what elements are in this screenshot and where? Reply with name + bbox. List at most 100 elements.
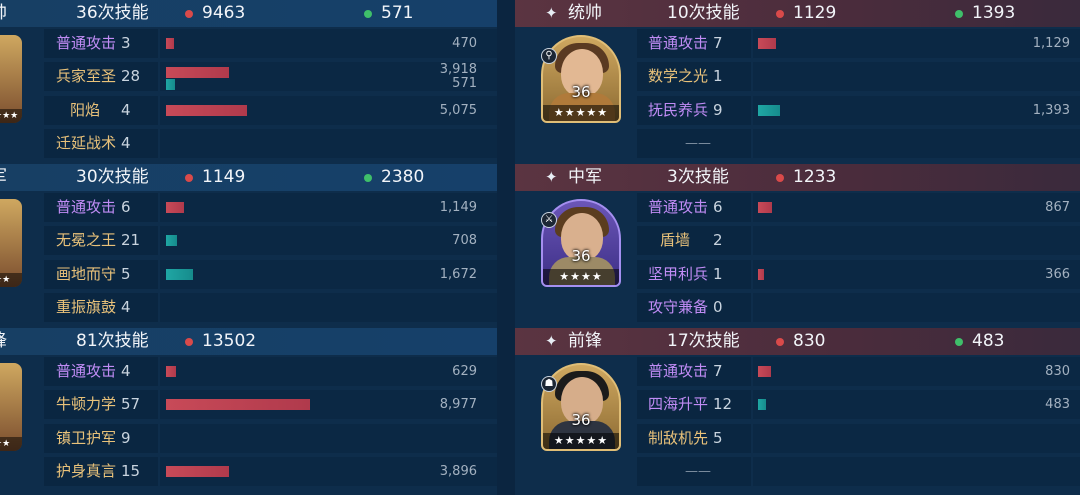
damage-bar — [166, 202, 184, 213]
skill-count: 1 — [713, 265, 723, 283]
troop-type-icon: ☗ — [541, 376, 557, 392]
skill-name[interactable]: 普通攻击 — [56, 27, 116, 60]
skill-count: 0 — [713, 298, 723, 316]
skill-name[interactable]: 制敌机先 — [648, 422, 708, 455]
skill-count: 57 — [121, 395, 141, 413]
skill-row: 盾墙 2 — [515, 224, 1080, 257]
skill-trigger-count: 3次技能 — [667, 167, 729, 187]
skill-trigger-count: 17次技能 — [667, 331, 740, 351]
empty-skill-dash: —— — [685, 464, 711, 479]
hero-role-label: 锋 — [0, 328, 7, 355]
skill-row: 牛顿力学 57 8,977 — [0, 388, 497, 421]
skill-trigger-count: 30次技能 — [76, 167, 149, 187]
panel-divider — [497, 0, 515, 495]
damage-bar — [758, 269, 764, 280]
skill-row: 阳焰 4 5,075 — [0, 94, 497, 127]
skill-name[interactable]: 普通攻击 — [648, 355, 708, 388]
left-hero-section: 军30次技能11492380★★普通攻击61,149无冕之王21708画地而守5… — [0, 164, 497, 328]
damage-dot-icon — [185, 338, 193, 346]
skill-name[interactable]: 四海升平 — [648, 388, 708, 421]
skill-name[interactable]: 普通攻击 — [648, 27, 708, 60]
damage-bar — [166, 67, 229, 78]
skill-name[interactable]: 盾墙 — [660, 224, 690, 257]
skill-bar-cell — [753, 129, 1080, 158]
skill-count: 12 — [713, 395, 733, 413]
skill-row: 普通攻击 6 867 — [515, 191, 1080, 224]
skill-name[interactable]: 牛顿力学 — [56, 388, 116, 421]
skill-label-cell — [637, 226, 751, 255]
skill-name[interactable]: 数学之光 — [648, 60, 708, 93]
skill-row: —— — [515, 127, 1080, 160]
heal-bar — [166, 269, 193, 280]
damage-bar — [758, 38, 776, 49]
skill-name[interactable]: 普通攻击 — [56, 355, 116, 388]
damage-bar — [166, 38, 175, 49]
skill-bar-cell — [753, 62, 1080, 91]
skill-count: 6 — [121, 198, 131, 216]
skill-row: 兵家至圣 28 3,918 571 — [0, 60, 497, 93]
heal-total: 2380 — [381, 167, 425, 187]
skill-name[interactable]: 攻守兼备 — [648, 291, 708, 324]
damage-bar — [758, 366, 771, 377]
skill-name[interactable]: 镇卫护军 — [56, 422, 116, 455]
skill-row: 画地而守 5 1,672 — [0, 258, 497, 291]
damage-bar — [758, 202, 772, 213]
skill-count: 5 — [121, 265, 131, 283]
damage-dot-icon — [185, 174, 193, 182]
skill-bar-cell — [753, 260, 1080, 289]
skill-name[interactable]: 普通攻击 — [56, 191, 116, 224]
skill-row: 坚甲利兵 1 366 — [515, 258, 1080, 291]
damage-value: 867 — [1045, 200, 1070, 215]
skill-bar-cell — [753, 29, 1080, 58]
skill-row: 护身真言 15 3,896 — [0, 455, 497, 488]
skill-name[interactable]: 无冕之王 — [56, 224, 116, 257]
skill-row: 制敌机先 5 — [515, 422, 1080, 455]
skill-name[interactable]: 坚甲利兵 — [648, 258, 708, 291]
damage-total: 1233 — [793, 167, 837, 187]
troop-type-icon: ⚲ — [541, 48, 557, 64]
damage-bar — [166, 466, 229, 477]
skill-name[interactable]: 护身真言 — [56, 455, 116, 488]
damage-total: 9463 — [202, 3, 246, 23]
damage-value: 8,977 — [439, 397, 477, 412]
right-hero-section: ✦ 中军 3次技能 1233 36 ★★★★ ⚔ 普通攻击 6 867 盾墙 2 坚甲利兵 1 366 攻守兼… — [515, 164, 1080, 328]
skill-row: 普通攻击 6 1,149 — [0, 191, 497, 224]
damage-bar — [166, 105, 247, 116]
skill-count: 4 — [121, 298, 131, 316]
heal-total: 1393 — [972, 3, 1016, 23]
heal-bar — [758, 399, 766, 410]
skill-count: 1 — [713, 67, 723, 85]
damage-value: 3,896 — [439, 464, 477, 479]
right-team-panel: ✦ 统帅 10次技能 1129 1393 36 ★★★★★ ⚲ 普通攻击 7 1,129 数学之光 1 抚… — [515, 0, 1080, 495]
skill-row: 迁延战术 4 — [0, 127, 497, 160]
damage-total: 830 — [793, 331, 826, 351]
damage-dot-icon — [776, 174, 784, 182]
troop-type-icon: ⚔ — [541, 212, 557, 228]
skill-count: 7 — [713, 362, 723, 380]
skill-name[interactable]: 普通攻击 — [648, 191, 708, 224]
skill-row: 镇卫护军 9 — [0, 422, 497, 455]
hero-role-label: 帅 — [0, 0, 7, 27]
skill-row: 普通攻击 7 830 — [515, 355, 1080, 388]
damage-total: 13502 — [202, 331, 257, 351]
damage-value: 830 — [1045, 364, 1070, 379]
skill-row: 数学之光 1 — [515, 60, 1080, 93]
skill-row: 普通攻击 3 470 — [0, 27, 497, 60]
damage-dot-icon — [776, 338, 784, 346]
skill-name[interactable]: 重振旗鼓 — [56, 291, 116, 324]
skill-name[interactable]: 画地而守 — [56, 258, 116, 291]
heal-bar — [166, 235, 177, 246]
skill-count: 5 — [713, 429, 723, 447]
skill-name[interactable]: 抚民养兵 — [648, 94, 708, 127]
skill-name[interactable]: 迁延战术 — [56, 127, 116, 160]
left-hero-header: 锋 81次技能 13502 — [0, 328, 497, 355]
heal-value: 1,393 — [1032, 103, 1070, 118]
heal-bar — [758, 105, 780, 116]
header-star-icon: ✦ — [545, 168, 558, 186]
skill-row: —— — [515, 455, 1080, 488]
heal-dot-icon — [364, 174, 372, 182]
skill-name[interactable]: 阳焰 — [70, 94, 100, 127]
skill-bar-cell — [753, 424, 1080, 453]
damage-bar — [166, 399, 310, 410]
skill-name[interactable]: 兵家至圣 — [56, 60, 116, 93]
